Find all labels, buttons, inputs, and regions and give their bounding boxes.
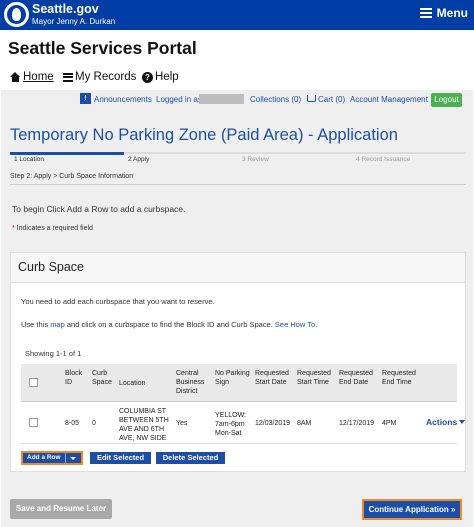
nav-home-label: Home: [23, 71, 54, 83]
announcement-icon[interactable]: !: [80, 93, 91, 104]
list-icon: [63, 72, 73, 82]
step-progress: [10, 152, 124, 155]
main-content: ! Announcements Logged in as Collections…: [1, 90, 473, 527]
top-bar: Seattle.gov Mayor Jenny A. Durkan Menu: [0, 0, 474, 30]
hamburger-icon: [419, 8, 432, 18]
row-checkbox[interactable]: [29, 418, 38, 427]
nav-help-label: Help: [155, 71, 179, 83]
select-all-checkbox[interactable]: [29, 378, 38, 387]
save-and-resume-button[interactable]: Save and Resume Later: [10, 499, 112, 519]
required-text: Indicates a required field: [14, 225, 93, 232]
curb-space-header: Curb Space: [11, 253, 465, 283]
cell-cbd: Yes: [176, 420, 188, 427]
step-indicator: 1 Location 2 Apply 3 Review 4 Record Iss…: [10, 152, 466, 165]
mayor-name: Mayor Jenny A. Durkan: [32, 16, 116, 26]
add-a-row-button-group: Add a Row: [21, 451, 83, 465]
add-row-dropdown-icon[interactable]: [64, 453, 78, 463]
curb-space-instruction: You need to add each curbspace that you …: [21, 297, 215, 306]
application-title: Temporary No Parking Zone (Paid Area) - …: [10, 126, 398, 144]
main-nav: Home My Records ? Help: [0, 68, 474, 90]
divider: [10, 184, 466, 185]
brand[interactable]: Seattle.gov Mayor Jenny A. Durkan: [32, 3, 115, 26]
cell-end-time: 4PM: [382, 420, 397, 427]
continue-application-button[interactable]: Continue Application »: [362, 499, 462, 520]
menu-label: Menu: [436, 6, 468, 20]
col-end-date: Requested End Date: [339, 370, 373, 387]
account-management-link[interactable]: Account Management: [350, 95, 428, 104]
delete-selected-button[interactable]: Delete Selected: [156, 452, 225, 464]
curb-space-panel: Curb Space You need to add each curbspac…: [10, 252, 466, 472]
intro-text: To begin Click Add a Row to add a curbsp…: [12, 204, 186, 214]
curb-space-table: Block ID Curb Space Location Central Bus…: [21, 364, 466, 444]
add-a-row-button[interactable]: Add a Row: [23, 453, 65, 463]
nav-my-records-label: My Records: [75, 71, 137, 83]
row-actions-menu[interactable]: Actions: [426, 417, 466, 427]
announcements-link[interactable]: Announcements: [94, 95, 152, 104]
col-location: Location: [119, 380, 146, 387]
showing-count: Showing 1-1 of 1: [25, 349, 82, 358]
cell-location: COLUMBIA ST BETWEEN 5TH AVE AND 6TH AVE,…: [119, 408, 169, 443]
menu-button[interactable]: Menu: [419, 6, 468, 20]
see-how-to-link[interactable]: See How To.: [275, 320, 317, 329]
cart-link[interactable]: Cart (0): [318, 95, 345, 104]
col-end-time: Requested End Time: [382, 370, 416, 387]
map-text-prefix: Use this: [21, 320, 51, 329]
col-block-id: Block ID: [65, 370, 83, 387]
step-apply: 2 Apply: [128, 156, 150, 163]
table-header: Block ID Curb Space Location Central Bus…: [21, 364, 457, 402]
cell-no-parking-sign: YELLOW: 7am-6pm Mon-Sat: [215, 412, 246, 438]
nav-help[interactable]: ? Help: [142, 71, 179, 83]
row-actions-label: Actions: [426, 417, 458, 427]
collections-link[interactable]: Collections (0): [250, 95, 301, 104]
col-start-time: Requested Start Time: [297, 370, 331, 387]
curb-space-title: Curb Space: [18, 260, 85, 274]
logged-in-label: Logged in as: [156, 95, 202, 104]
cell-start-date: 12/03/2019: [255, 420, 291, 427]
help-icon: ?: [142, 71, 153, 83]
breadcrumb: Step 2: Apply > Curb Space Information: [10, 173, 134, 180]
redacted-username: [199, 94, 244, 104]
col-no-parking-sign: No Parking Sign: [215, 370, 250, 387]
cell-end-date: 12/17/2019: [339, 420, 375, 427]
col-cbd: Central Business District: [176, 370, 205, 396]
cell-curb-space: 0: [92, 420, 96, 427]
portal-title: Seattle Services Portal: [8, 38, 197, 58]
edit-selected-button[interactable]: Edit Selected: [90, 452, 151, 464]
map-link[interactable]: map: [50, 320, 65, 329]
logout-button[interactable]: Logout: [431, 93, 462, 107]
col-curb-space: Curb Space: [92, 370, 112, 387]
cart-icon[interactable]: [307, 95, 316, 102]
step-record-issuance: 4 Record Issuance: [356, 156, 411, 163]
cell-start-time: 8AM: [297, 420, 312, 427]
step-review: 3 Review: [242, 156, 269, 163]
table-row: 8-05 0 COLUMBIA ST BETWEEN 5TH AVE AND 6…: [21, 403, 466, 444]
nav-home[interactable]: Home: [10, 71, 54, 83]
col-start-date: Requested Start Date: [255, 370, 289, 387]
brand-name[interactable]: Seattle.gov: [32, 3, 115, 16]
seattle-seal-icon[interactable]: [4, 2, 29, 27]
cell-block-id: 8-05: [65, 420, 80, 427]
step-location: 1 Location: [14, 156, 44, 163]
home-icon: [10, 72, 21, 82]
nav-my-records[interactable]: My Records: [63, 71, 136, 83]
chevron-down-icon: [459, 420, 466, 424]
map-instruction: Use this map and click on a curbspace to…: [21, 320, 317, 329]
required-note: * Indicates a required field: [12, 225, 93, 232]
map-text-middle: and click on a curbspace to find the Blo…: [64, 320, 275, 329]
